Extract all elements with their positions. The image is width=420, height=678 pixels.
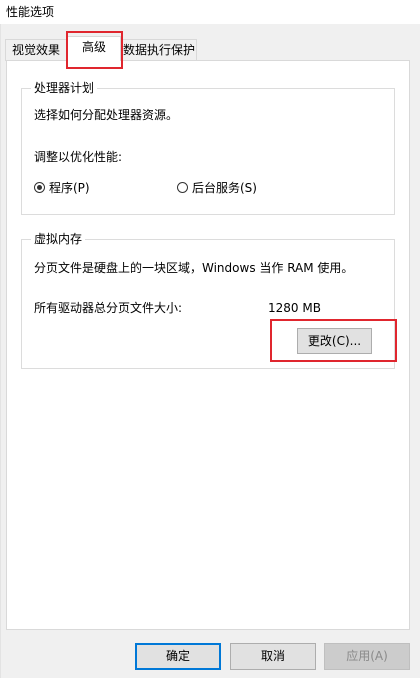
virtual-memory-description: 分页文件是硬盘上的一块区域，Windows 当作 RAM 使用。 (34, 261, 354, 275)
radio-background-services-indicator[interactable] (177, 181, 188, 193)
radio-programs-indicator[interactable] (34, 181, 45, 193)
radio-programs[interactable]: 程序(P) (34, 179, 90, 195)
apply-button: 应用(A) (324, 643, 410, 670)
processor-scheduling-legend: 处理器计划 (31, 81, 98, 96)
processor-scheduling-group: 处理器计划 选择如何分配处理器资源。 调整以优化性能: 程序(P) 后台服务(S… (21, 81, 395, 215)
processor-description: 选择如何分配处理器资源。 (34, 108, 179, 122)
tab-panel-advanced: 处理器计划 选择如何分配处理器资源。 调整以优化性能: 程序(P) 后台服务(S… (6, 60, 410, 630)
title-bar: 性能选项 (0, 0, 420, 24)
ok-button[interactable]: 确定 (135, 643, 221, 670)
radio-programs-label: 程序(P) (49, 180, 90, 195)
cancel-button[interactable]: 取消 (230, 643, 316, 670)
virtual-memory-legend: 虚拟内存 (31, 232, 86, 247)
tab-data-execution-prevention[interactable]: 数据执行保护 (121, 39, 197, 61)
paging-file-total-value: 1280 MB (268, 301, 321, 315)
window-title: 性能选项 (6, 5, 55, 19)
paging-file-total-label: 所有驱动器总分页文件大小: (34, 301, 183, 315)
virtual-memory-group: 虚拟内存 分页文件是硬盘上的一块区域，Windows 当作 RAM 使用。 所有… (21, 232, 395, 369)
adjust-performance-label: 调整以优化性能: (34, 150, 123, 164)
radio-background-services[interactable]: 后台服务(S) (177, 179, 257, 195)
change-virtual-memory-button[interactable]: 更改(C)... (297, 328, 372, 354)
tab-visual-effects[interactable]: 视觉效果 (5, 39, 67, 61)
tab-advanced[interactable]: 高级 (67, 36, 121, 61)
radio-background-services-label: 后台服务(S) (192, 180, 257, 195)
